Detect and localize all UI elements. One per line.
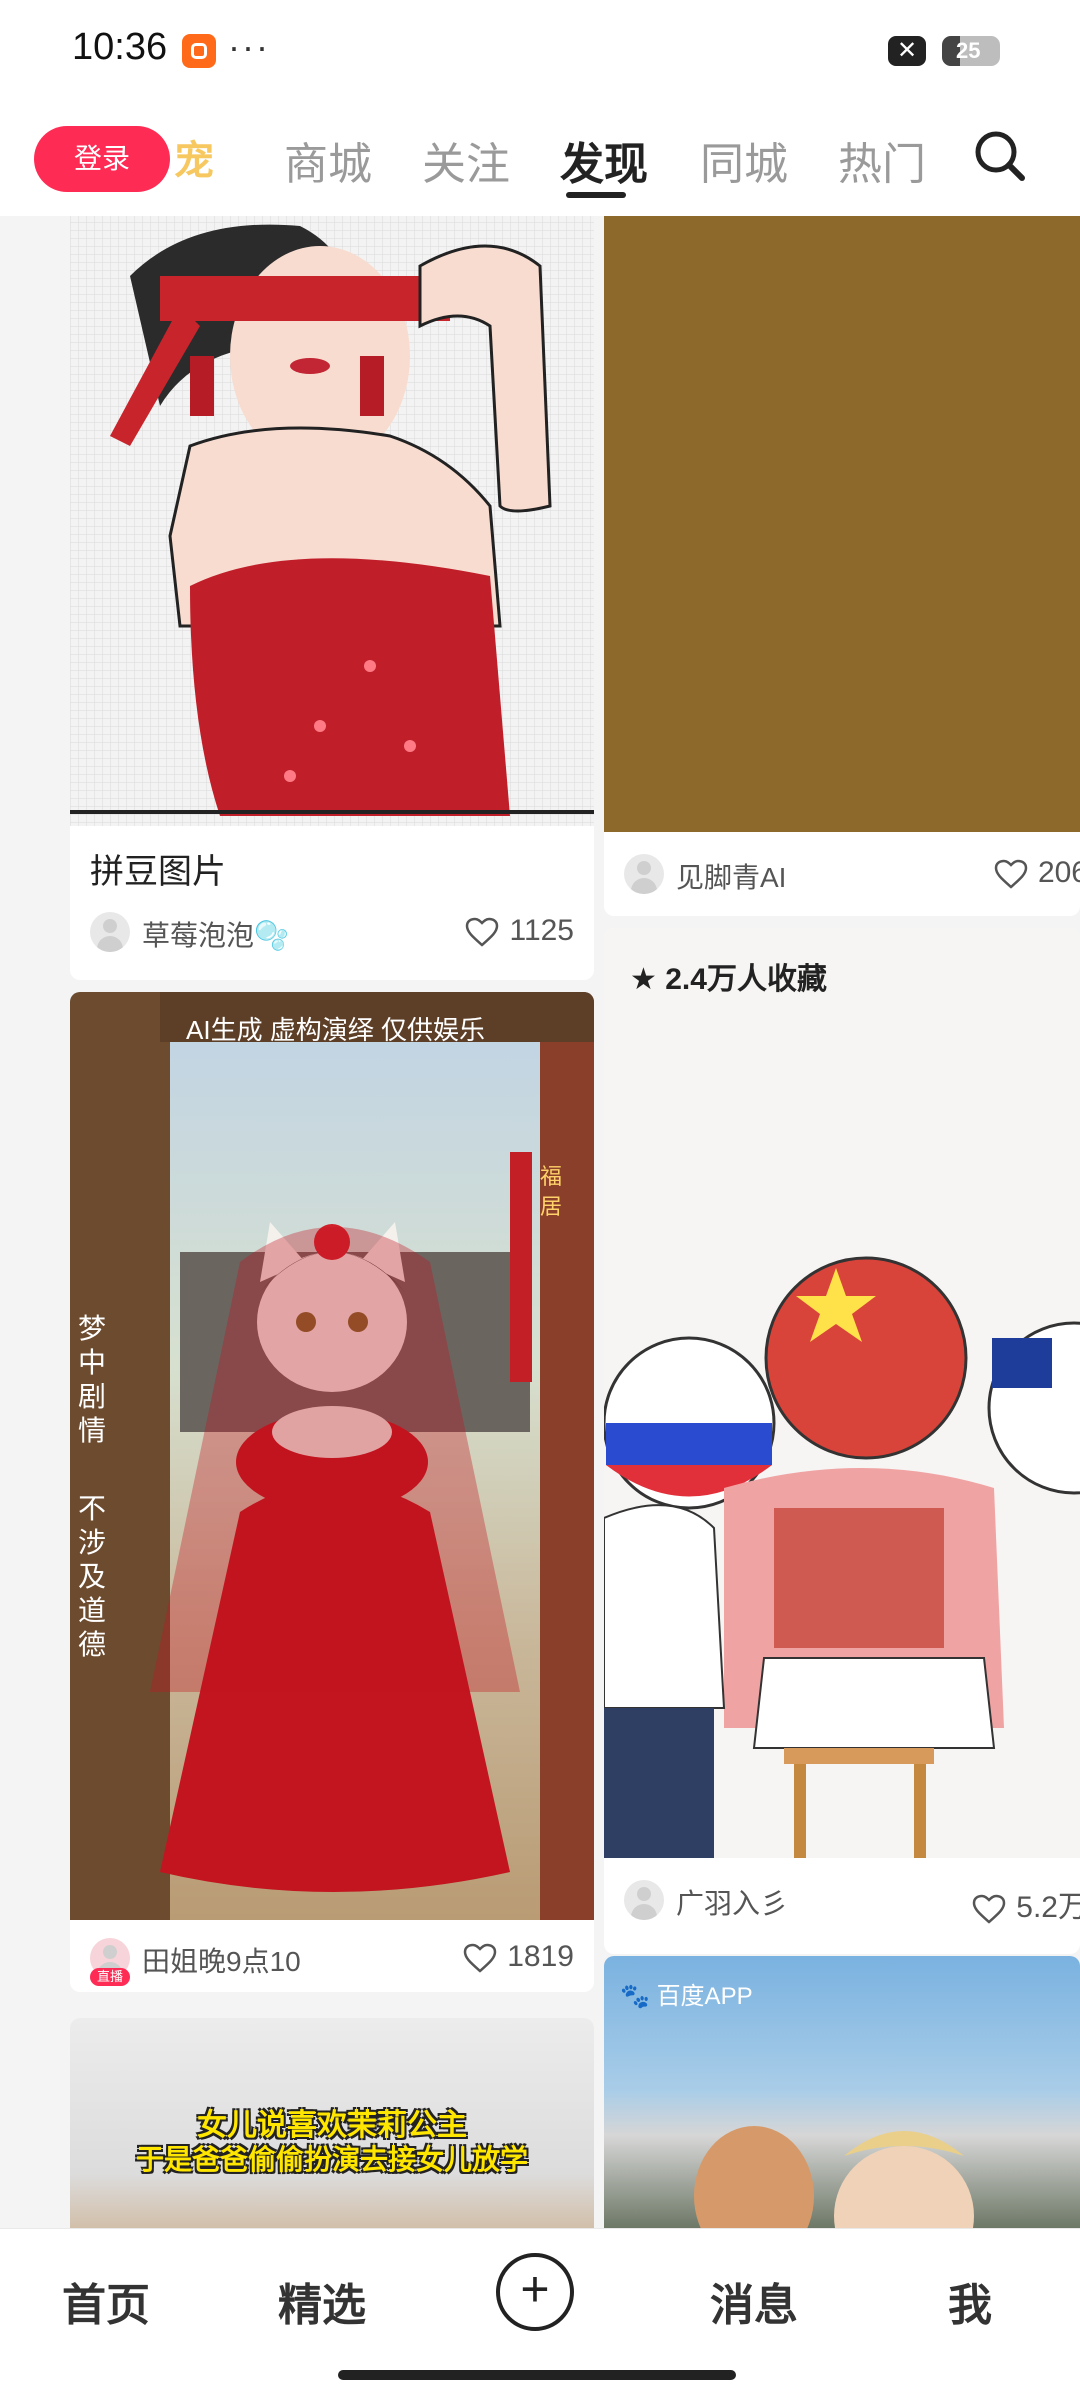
battery-icon: 25 [942,36,1000,66]
post-cover-image: 女儿说喜欢茉莉公主 于是爸爸偷偷扮演去接女儿放学 [70,2018,594,2228]
post-meta: 见脚青AI 206 [604,846,1080,902]
author-name[interactable]: 田姐晚9点10 [142,1940,301,1980]
favorites-badge: ★ 2.4万人收藏 [630,963,827,996]
search-icon[interactable] [970,126,1030,186]
close-icon: ✕ [888,36,926,66]
feed-card-cat-bride[interactable]: AI生成 虚构演绎 仅供娱乐 梦中剧情 不涉及道德 福居 直播 田姐晚9点10 … [70,992,594,1992]
cover-caption: AI生成 虚构演绎 仅供娱乐 [186,1015,486,1045]
tab-local[interactable]: 同城 [700,128,788,192]
feed-card-princess-dad[interactable]: 女儿说喜欢茉莉公主 于是爸爸偷偷扮演去接女儿放学 [70,2018,594,2228]
nav-messages[interactable]: 消息 [710,2269,798,2333]
tab-discover[interactable]: 发现 [560,128,648,192]
post-meta: 草莓泡泡🫧 1125 [70,904,594,960]
heart-icon [973,1894,1006,1924]
post-cover-image: AI生成 虚构演绎 仅供娱乐 梦中剧情 不涉及道德 福居 [70,992,594,1920]
feed-card-football[interactable]: 🐾 百度APP [604,1956,1080,2228]
home-indicator[interactable] [338,2370,736,2380]
feed: 拼豆图片 草莓泡泡🫧 1125 见脚青AI 206 ★ 2.4万人收藏 广羽入彡… [0,216,1080,2228]
source-badge: 🐾 百度APP [620,1983,753,2010]
nav-me[interactable]: 我 [948,2269,992,2333]
avatar[interactable] [624,854,664,894]
author-name[interactable]: 草莓泡泡🫧 [142,914,289,954]
post-meta: 直播 田姐晚9点10 1819 [70,1930,594,1986]
like-count[interactable]: 5.2万 [972,1882,1080,1926]
tab-pets[interactable]: 宠 [174,128,214,186]
live-badge: 直播 [90,1968,130,1986]
feed-card-brown[interactable]: 见脚青AI 206 [604,216,1080,916]
more-notifications-icon: ··· [228,26,270,67]
active-tab-indicator [566,192,626,198]
avatar[interactable] [90,912,130,952]
avatar[interactable] [624,1880,664,1920]
tab-hot[interactable]: 热门 [838,128,926,192]
heart-icon [463,1943,497,1973]
feed-card-countryballs[interactable]: ★ 2.4万人收藏 广羽入彡 5.2万 [604,928,1080,1954]
like-count[interactable]: 1819 [463,1940,574,1974]
baidu-icon: 🐾 [620,1983,650,2010]
nav-featured[interactable]: 精选 [278,2269,366,2333]
post-meta: 广羽入彡 5.2万 [604,1872,1080,1928]
post-cover-image: 🐾 百度APP [604,1956,1080,2228]
cover-couplet-text: 福居 [540,1164,563,1219]
author-name[interactable]: 见脚青AI [676,856,786,896]
post-title: 拼豆图片 [90,853,226,891]
post-cover-image [604,216,1080,832]
battery-level: 25 [956,38,981,63]
status-bar: 10:36 ··· ✕ 25 [0,0,1080,110]
like-count[interactable]: 1125 [465,914,574,948]
create-post-button[interactable]: + [496,2253,574,2331]
top-nav: 登录 宠 商城 关注 发现 同城 热门 [0,110,1080,216]
tab-mall[interactable]: 商城 [284,128,372,192]
tab-follow[interactable]: 关注 [422,128,510,192]
star-icon: ★ [630,963,657,996]
nav-home[interactable]: 首页 [62,2269,150,2333]
cover-caption: 于是爸爸偷偷扮演去接女儿放学 [135,2144,528,2175]
app-notification-icon [182,34,216,68]
post-cover-image [70,216,594,826]
heart-icon [994,859,1028,889]
author-name[interactable]: 广羽入彡 [676,1882,788,1922]
cover-side-text: 梦中剧情 [78,1313,107,1446]
heart-icon [466,917,499,947]
login-button[interactable]: 登录 [34,126,170,192]
post-cover-image: ★ 2.4万人收藏 [604,928,1080,1858]
status-time: 10:36 [72,26,168,68]
plus-icon: + [520,2261,550,2317]
like-count[interactable]: 206 [994,856,1080,890]
feed-card-perler-beads[interactable]: 拼豆图片 草莓泡泡🫧 1125 [70,216,594,980]
cover-side-text: 不涉及道德 [78,1493,107,1660]
